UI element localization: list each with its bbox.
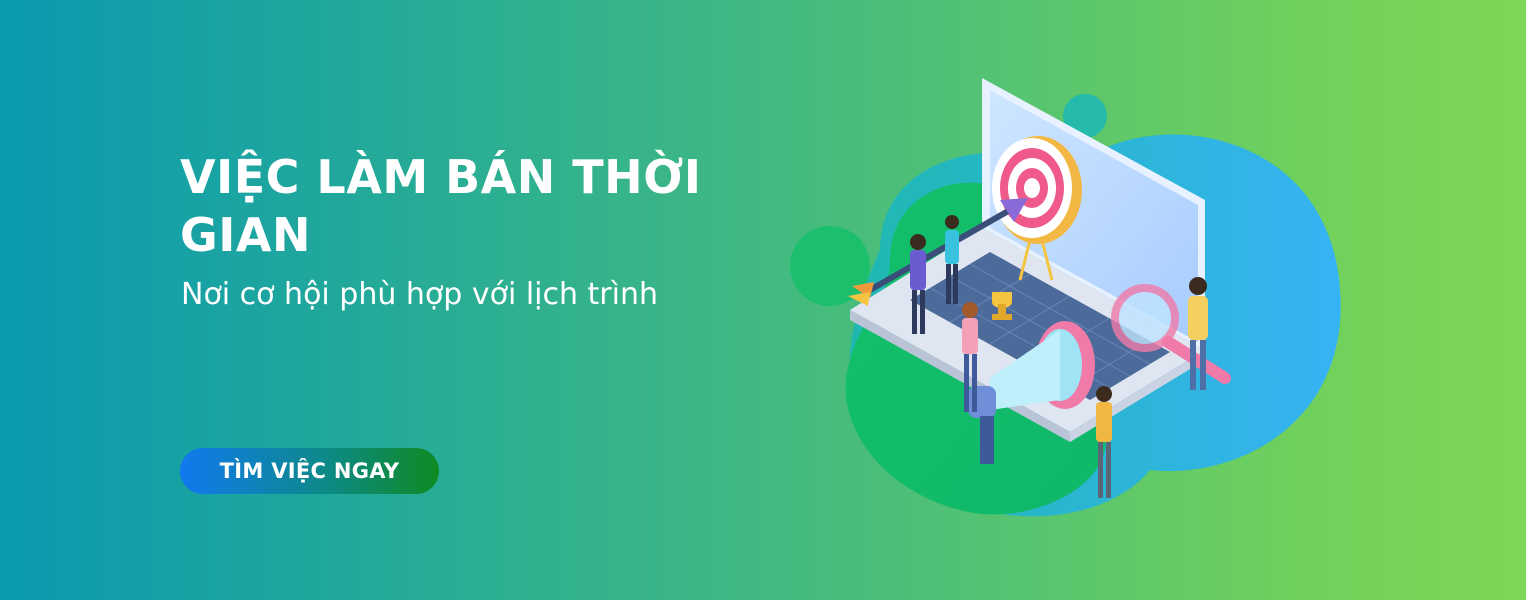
hero-banner: VIỆC LÀM BÁN THỜI GIAN Nơi cơ hội phù hợ…	[0, 0, 1526, 600]
find-job-button[interactable]: TÌM VIỆC NGAY	[180, 448, 439, 494]
trophy-icon	[992, 292, 1012, 320]
hero-illustration	[790, 78, 1341, 517]
headline: VIỆC LÀM BÁN THỜI GIAN	[180, 150, 702, 262]
subtitle: Nơi cơ hội phù hợp với lịch trình	[181, 277, 658, 312]
